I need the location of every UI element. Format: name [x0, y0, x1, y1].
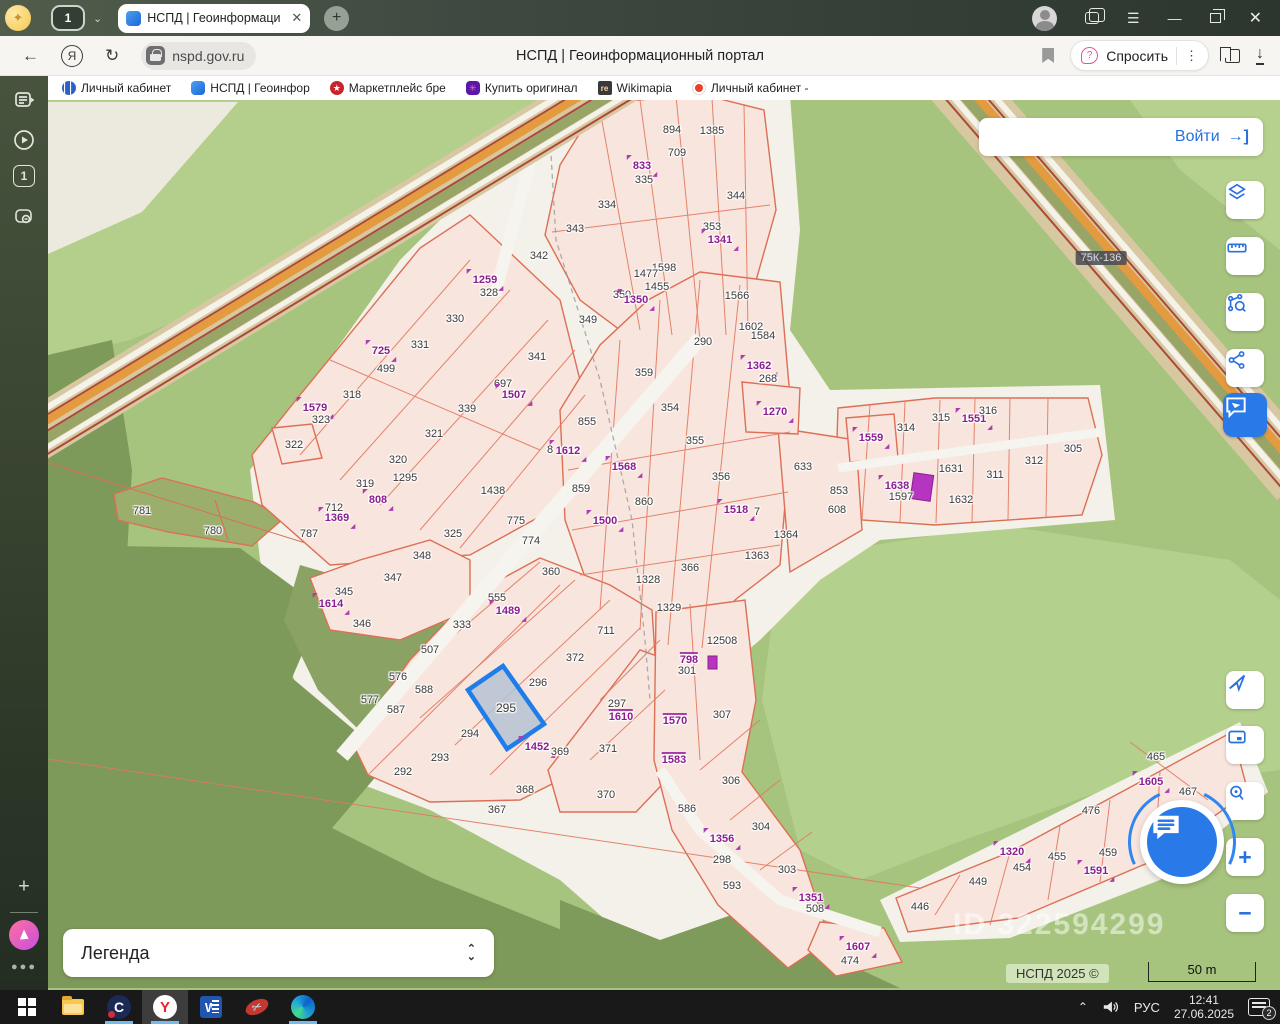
browser-sidebar: 1 + ●●●	[0, 36, 48, 990]
bookmark-item[interactable]: Личный кабинет	[62, 81, 171, 95]
chat-widget-button[interactable]	[1140, 800, 1224, 884]
gosuslugi-favicon	[62, 81, 76, 95]
zoom-out-button[interactable]: −	[1226, 894, 1264, 932]
tab-group-counter[interactable]: 1	[51, 5, 85, 31]
minimize-button[interactable]: —	[1168, 10, 1182, 26]
yandex-icon[interactable]: Я	[61, 45, 83, 67]
add-widget-button[interactable]: +	[18, 876, 30, 899]
ask-ai-icon: ?	[1081, 47, 1098, 64]
history-icon[interactable]	[14, 90, 34, 110]
menu-icon[interactable]: ☰	[1127, 10, 1140, 27]
chat-bubble-icon	[1147, 807, 1185, 845]
feedback-button[interactable]	[1223, 393, 1267, 437]
map-canvas[interactable]: 8941385709833335334343342344353134115981…	[48, 100, 1280, 990]
new-tab-button[interactable]: +	[324, 6, 349, 31]
shop-favicon	[466, 81, 480, 95]
bookmark-flag-icon[interactable]	[1042, 48, 1054, 63]
close-button[interactable]: ✕	[1249, 8, 1262, 28]
chevron-down-icon[interactable]: ⌄	[93, 12, 102, 25]
layers-button[interactable]	[1226, 181, 1264, 219]
language-indicator[interactable]: РУС	[1134, 1000, 1160, 1015]
snipping-tool-button[interactable]: ✂	[234, 990, 280, 1024]
login-button[interactable]: Войти →]	[979, 118, 1263, 156]
edge-button[interactable]	[280, 990, 326, 1024]
browser-titlebar: ✦ 1 ⌄ НСПД | Геоинформаци ✕ + ☰ — ✕	[0, 0, 1280, 36]
back-button[interactable]: ←	[22, 46, 39, 66]
share-button[interactable]	[1226, 349, 1264, 387]
minimap-button[interactable]	[1226, 726, 1264, 764]
ruler-button[interactable]	[1226, 237, 1264, 275]
word-button[interactable]: W	[188, 990, 234, 1024]
taskbar: C Y W ✂ ⌃ РУС 12:4127.06.2025 2	[0, 990, 1280, 1024]
file-explorer-button[interactable]	[50, 990, 96, 1024]
tabs-counter-icon[interactable]: 1	[13, 165, 35, 187]
ask-ai-more-icon[interactable]: ⋮	[1185, 48, 1198, 64]
tab-favicon	[126, 11, 141, 26]
refresh-button[interactable]: ↻	[105, 46, 119, 66]
bookmark-item[interactable]: Маркетплейс бре	[330, 81, 446, 95]
downloads-icon[interactable]: ↓	[1256, 47, 1264, 65]
side-panels-icon[interactable]	[1085, 12, 1099, 24]
yandex-alice-button[interactable]: ✦	[5, 5, 31, 31]
login-label: Войти	[1175, 128, 1220, 146]
more-options-icon[interactable]: ●●●	[11, 961, 37, 973]
bookmark-item[interactable]: НСПД | Геоинфор	[191, 81, 309, 95]
map-copyright: НСПД 2025 ©	[1006, 964, 1109, 983]
map-graphics	[48, 100, 1280, 990]
legend-expand-icon[interactable]: ⌃⌄	[467, 945, 476, 961]
cabinet-favicon	[692, 81, 706, 95]
ask-ai-button[interactable]: ? Спросить ⋮	[1070, 40, 1209, 71]
url-text: nspd.gov.ru	[172, 48, 244, 64]
tab-close-icon[interactable]: ✕	[291, 10, 302, 26]
tab-title: НСПД | Геоинформаци	[147, 11, 285, 25]
bookmark-item[interactable]: Купить оригинал	[466, 81, 578, 95]
bookmark-item[interactable]: Личный кабинет -	[692, 81, 809, 95]
collections-icon[interactable]	[1225, 49, 1240, 63]
bookmarks-bar: Личный кабинет НСПД | Геоинфор Маркетпле…	[48, 76, 1280, 100]
nspd-favicon	[191, 81, 205, 95]
clock[interactable]: 12:4127.06.2025	[1174, 993, 1234, 1021]
road-badge: 75К-136	[1076, 251, 1127, 265]
volume-icon[interactable]	[1102, 999, 1120, 1015]
yandex-browser-button[interactable]: Y	[142, 990, 188, 1024]
wikimapia-favicon: re	[598, 81, 612, 95]
notifications-icon[interactable]: 2	[1248, 998, 1270, 1016]
play-icon[interactable]	[13, 129, 35, 151]
restore-button[interactable]	[1210, 13, 1221, 23]
ask-ai-label: Спросить	[1106, 48, 1168, 64]
browser-tab[interactable]: НСПД | Геоинформаци ✕	[118, 4, 310, 33]
legend-label: Легенда	[81, 943, 467, 964]
address-bar[interactable]: nspd.gov.ru	[141, 42, 256, 70]
marketplace-favicon	[330, 81, 344, 95]
profile-avatar[interactable]	[1032, 6, 1057, 31]
login-arrow-icon: →]	[1228, 128, 1249, 146]
place-search-button[interactable]	[1226, 782, 1264, 820]
screenshot-icon[interactable]	[13, 206, 35, 228]
legend-panel[interactable]: Легенда ⌃⌄	[63, 929, 494, 977]
object-search-button[interactable]	[1226, 293, 1264, 331]
alice-assistant-button[interactable]	[9, 920, 39, 950]
bookmark-item[interactable]: reWikimapia	[598, 81, 672, 95]
sidebar-divider	[10, 912, 38, 913]
locate-button[interactable]	[1226, 671, 1264, 709]
scale-bar: 50 m	[1148, 962, 1256, 982]
consultant-app-button[interactable]: C	[96, 990, 142, 1024]
browser-toolbar: ← Я ↻ nspd.gov.ru НСПД | Геоинформационн…	[0, 36, 1280, 76]
tray-expand-icon[interactable]: ⌃	[1078, 1000, 1088, 1014]
lock-icon[interactable]	[146, 46, 165, 65]
start-button[interactable]	[4, 990, 50, 1024]
